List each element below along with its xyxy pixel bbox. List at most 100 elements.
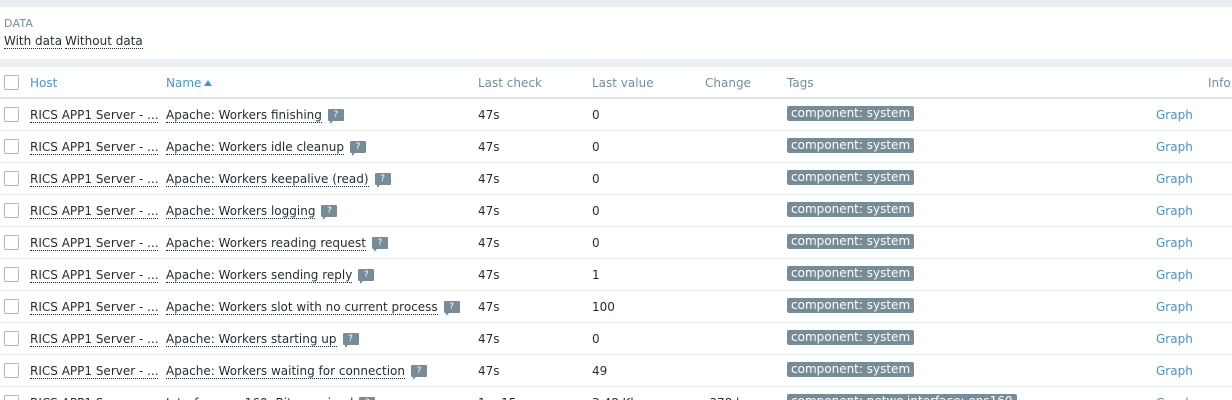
last-check: 47s — [478, 300, 500, 314]
filter-with-data[interactable]: With data — [4, 34, 63, 49]
graph-link[interactable]: Graph — [1156, 364, 1193, 378]
last-check: 47s — [478, 332, 500, 346]
row-checkbox[interactable] — [4, 363, 19, 378]
graph-link[interactable]: Graph — [1156, 268, 1193, 282]
table-header: Host Name Last check Last value Change T… — [0, 67, 1232, 99]
last-value: 0 — [592, 108, 600, 122]
row-checkbox[interactable] — [4, 203, 19, 218]
change-value: -378 bps — [705, 396, 758, 400]
last-check: 1m 15s — [478, 396, 523, 400]
tag-badge[interactable]: component: system — [787, 138, 915, 153]
row-checkbox[interactable] — [4, 139, 19, 154]
tag-badge[interactable]: component: system — [787, 298, 915, 313]
row-checkbox[interactable] — [4, 267, 19, 282]
description-hint-icon[interactable]: ? — [358, 269, 375, 284]
host-link[interactable]: RICS APP1 Server - ... — [30, 332, 158, 347]
last-value: 100 — [592, 300, 615, 314]
row-checkbox[interactable] — [4, 107, 19, 122]
item-name-link[interactable]: Apache: Workers finishing — [166, 108, 322, 123]
column-info: Info — [1208, 76, 1231, 90]
last-check: 47s — [478, 268, 500, 282]
row-checkbox[interactable] — [4, 331, 19, 346]
host-link[interactable]: RICS APP1 Server - ... — [30, 108, 158, 123]
table-row: RICS APP1 Server - ... Apache: Workers se… — [0, 259, 1232, 291]
graph-link[interactable]: Graph — [1156, 236, 1193, 250]
item-name-link[interactable]: Apache: Workers idle cleanup — [166, 140, 344, 155]
item-name-link[interactable]: Apache: Workers reading request — [166, 236, 366, 251]
column-last-check: Last check — [478, 76, 542, 90]
item-name-link[interactable]: Interface ens160: Bits received — [166, 396, 354, 400]
last-value: 1 — [592, 268, 600, 282]
row-checkbox[interactable] — [4, 235, 19, 250]
column-tags: Tags — [787, 76, 814, 90]
item-name-link[interactable]: Apache: Workers slot with no current pro… — [166, 300, 438, 315]
description-hint-icon[interactable]: ? — [371, 237, 388, 252]
item-name-cell: Apache: Workers keepalive (read)? — [166, 172, 391, 188]
row-checkbox[interactable] — [4, 299, 19, 314]
item-name-link[interactable]: Apache: Workers sending reply — [166, 268, 353, 283]
graph-link[interactable]: Graph — [1156, 172, 1193, 186]
host-link[interactable]: RICS APP1 Server - ... — [30, 140, 158, 155]
graph-link[interactable]: Graph — [1156, 140, 1193, 154]
item-name-link[interactable]: Apache: Workers waiting for connection — [166, 364, 405, 379]
description-hint-icon[interactable]: ? — [327, 109, 344, 124]
tag-badge[interactable]: component: system — [787, 234, 915, 249]
description-hint-icon[interactable]: ? — [321, 205, 338, 220]
description-hint-icon[interactable]: ? — [342, 333, 359, 348]
graph-link[interactable]: Graph — [1156, 300, 1193, 314]
graph-link[interactable]: Graph — [1156, 396, 1193, 400]
item-name-cell: Apache: Workers logging? — [166, 204, 338, 220]
last-check: 47s — [478, 140, 500, 154]
table-row: RICS APP1 Server - ... Apache: Workers id… — [0, 131, 1232, 163]
item-name-link[interactable]: Apache: Workers starting up — [166, 332, 337, 347]
tag-badge[interactable]: component: system — [787, 330, 915, 345]
graph-link[interactable]: Graph — [1156, 204, 1193, 218]
table-row: RICS APP1 Server - ... Apache: Workers fi… — [0, 99, 1232, 131]
last-check: 47s — [478, 204, 500, 218]
tag-badge[interactable]: component: network — [787, 394, 920, 400]
item-name-cell: Interface ens160: Bits received? — [166, 396, 376, 400]
table-row: RICS APP1 Server - ... Apache: Workers sl… — [0, 291, 1232, 323]
last-value: 49 — [592, 364, 608, 378]
host-link[interactable]: RICS APP1 Server - ... — [30, 204, 158, 219]
tag-badge[interactable]: component: system — [787, 202, 915, 217]
last-value: 0 — [592, 236, 600, 250]
graph-link[interactable]: Graph — [1156, 332, 1193, 346]
filter-without-data[interactable]: Without data — [65, 34, 143, 49]
select-all-checkbox[interactable] — [4, 75, 19, 90]
column-name[interactable]: Name — [166, 76, 213, 90]
item-name-link[interactable]: Apache: Workers logging — [166, 204, 316, 219]
description-hint-icon[interactable]: ? — [349, 141, 366, 156]
host-link[interactable]: RICS APP1 Server - ... — [30, 172, 158, 187]
last-check: 47s — [478, 172, 500, 186]
graph-link[interactable]: Graph — [1156, 108, 1193, 122]
host-link[interactable]: RICS APP1 Server - ... — [30, 300, 158, 315]
tag-badge[interactable]: component: system — [787, 106, 915, 121]
last-check: 47s — [478, 236, 500, 250]
table-row: RICS APP1 Server - ... Apache: Workers re… — [0, 227, 1232, 259]
item-name-link[interactable]: Apache: Workers keepalive (read) — [166, 172, 369, 187]
description-hint-icon[interactable]: ? — [410, 365, 427, 380]
host-link[interactable]: RICS APP1 Server - ... — [30, 268, 158, 283]
column-last-value: Last value — [592, 76, 654, 90]
host-link[interactable]: RICS APP1 Server - ... — [30, 396, 158, 400]
tag-badge[interactable]: component: system — [787, 170, 915, 185]
item-name-cell: Apache: Workers starting up? — [166, 332, 359, 348]
item-name-cell: Apache: Workers finishing? — [166, 108, 344, 124]
column-host[interactable]: Host — [30, 76, 57, 90]
table-row: RICS APP1 Server - ... Interface ens160: … — [0, 387, 1232, 400]
tag-badge[interactable]: component: system — [787, 362, 915, 377]
host-link[interactable]: RICS APP1 Server - ... — [30, 236, 158, 251]
table-row: RICS APP1 Server - ... Apache: Workers lo… — [0, 195, 1232, 227]
tag-badge[interactable]: interface: ens160 — [903, 394, 1017, 400]
host-link[interactable]: RICS APP1 Server - ... — [30, 364, 158, 379]
row-checkbox[interactable] — [4, 395, 19, 400]
description-hint-icon[interactable]: ? — [443, 301, 460, 316]
column-change: Change — [705, 76, 751, 90]
item-name-cell: Apache: Workers reading request? — [166, 236, 388, 252]
table-row: RICS APP1 Server - ... Apache: Workers wa… — [0, 355, 1232, 387]
description-hint-icon[interactable]: ? — [374, 173, 391, 188]
last-value: 3.48 Kbps — [592, 396, 652, 400]
row-checkbox[interactable] — [4, 171, 19, 186]
tag-badge[interactable]: component: system — [787, 266, 915, 281]
